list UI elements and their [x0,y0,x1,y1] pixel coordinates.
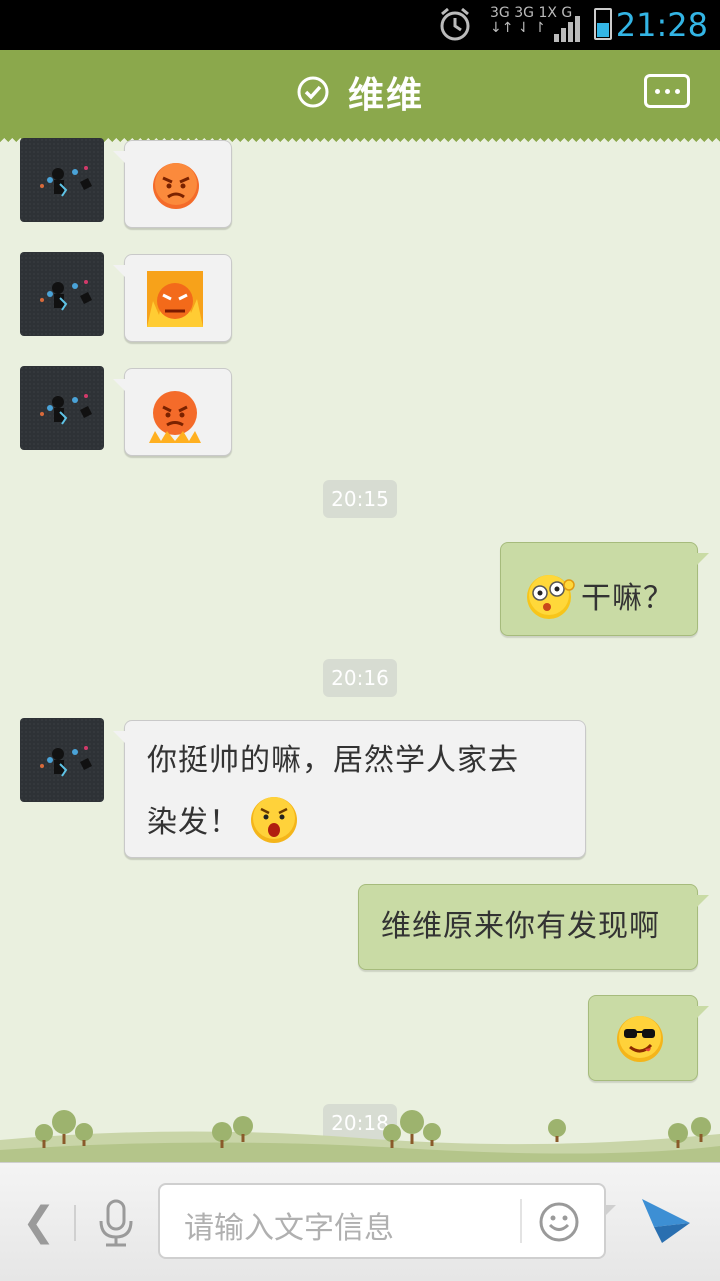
contact-name: 维维 [347,75,424,116]
chevron-left-icon[interactable]: ❮ [22,1199,56,1245]
avatar[interactable] [20,366,104,450]
avatar[interactable] [20,138,104,222]
alarm-icon [440,7,470,41]
timestamp: 20:16 [323,659,397,697]
angry-face-icon [153,163,199,209]
microphone-icon[interactable] [96,1199,136,1247]
message-bubble-incoming[interactable] [113,254,232,342]
send-icon[interactable] [640,1197,692,1245]
message-text: 维维原来你有发现啊 [381,909,660,944]
divider [74,1205,76,1241]
cool-sunglasses-face-icon [617,1016,663,1062]
network-indicators: 3G 3G 1X G ↓↑ ⇃ ↾ [490,5,573,36]
more-button[interactable] [644,74,690,108]
message-text: 你挺帅的嘛，居然学人家去 [147,743,519,778]
message-input[interactable]: 请输入文字信息 [158,1183,616,1259]
input-bar: ❮ 请输入文字信息 [0,1162,720,1281]
angry-fire-face-icon [149,391,201,443]
status-bar: 3G 3G 1X G ↓↑ ⇃ ↾ 21:28 [0,0,720,50]
furious-flame-face-icon [147,271,203,327]
battery-icon [594,8,612,40]
message-bubble-outgoing[interactable]: 维维原来你有发现啊 [358,884,709,970]
message-bubble-incoming[interactable]: 你挺帅的嘛，居然学人家去 染发！ [113,720,586,858]
shocked-face-icon [251,797,297,843]
timestamp: 20:15 [323,480,397,518]
more-dots-icon [654,88,660,94]
avatar[interactable] [20,718,104,802]
smiley-icon[interactable] [538,1201,580,1243]
message-text: 染发！ [147,805,240,840]
message-bubble-incoming[interactable] [113,140,232,228]
message-bubble-outgoing[interactable]: 干嘛？ [500,542,709,636]
landscape-decoration [0,1110,720,1162]
message-input-placeholder: 请输入文字信息 [184,1211,394,1246]
dizzy-face-icon [527,575,575,619]
message-bubble-incoming[interactable] [113,368,232,456]
title-bar: 维维 [0,50,720,142]
avatar[interactable] [20,252,104,336]
check-circle-icon [297,76,329,108]
input-divider [520,1199,522,1243]
message-text: 干嘛？ [581,581,674,616]
chat-area[interactable]: 20:15 干嘛？ 20:16 你挺帅的嘛，居然学人家去 染发！ 维维原来你有发… [0,138,720,1160]
message-bubble-outgoing[interactable] [588,995,709,1081]
clock: 21:28 [615,6,708,44]
